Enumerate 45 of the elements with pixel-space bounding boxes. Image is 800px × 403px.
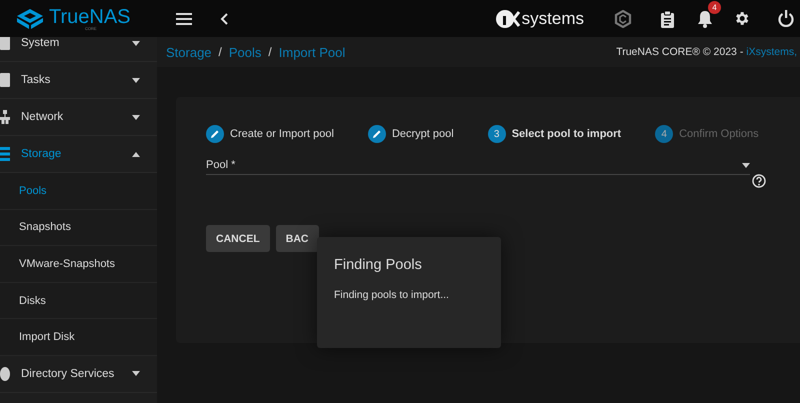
logo-text: TrueNAS <box>49 6 131 26</box>
wizard-step[interactable]: 3 Select pool to import <box>488 125 622 143</box>
breadcrumb-link[interactable]: Storage <box>166 44 212 60</box>
pencil-icon <box>372 129 382 139</box>
hexagon-logo-icon[interactable] <box>614 10 632 28</box>
breadcrumb-link[interactable]: Pools <box>228 44 262 60</box>
breadcrumb-separator: / <box>218 45 222 59</box>
sidebar-item-icon <box>0 147 10 161</box>
wizard-step[interactable]: Create or Import pool <box>206 125 334 143</box>
pool-select-field[interactable]: Pool * <box>206 159 750 175</box>
menu-icon[interactable] <box>176 12 192 24</box>
help-icon[interactable] <box>752 174 766 188</box>
sidebar-item[interactable]: Tasks <box>0 62 157 99</box>
wizard-step[interactable]: Decrypt pool <box>368 125 454 143</box>
sidebar-subitem[interactable]: Snapshots <box>0 210 157 246</box>
caret-icon <box>132 152 140 156</box>
form-button[interactable]: BAC <box>276 225 318 252</box>
sidebar-item[interactable]: Network <box>0 99 157 136</box>
sidebar-item[interactable]: Directory Services <box>0 356 157 393</box>
sidebar-item-icon <box>0 73 10 87</box>
notification-count-badge: 4 <box>708 0 721 14</box>
ix-logo-icon <box>494 8 521 28</box>
notification-bell-icon[interactable] <box>697 10 713 28</box>
form-button[interactable]: CANCEL <box>206 225 270 252</box>
caret-icon <box>132 114 140 120</box>
dialog-title: Finding Pools <box>334 257 423 273</box>
copyright-text: TrueNAS CORE® © 2023 - iXsystems, <box>616 46 798 58</box>
vendor-link[interactable]: iXsystems, <box>746 46 797 58</box>
sidebar-item-icon <box>0 110 10 124</box>
power-icon[interactable] <box>778 10 794 27</box>
vendor-logo-text: systems <box>522 8 584 28</box>
logo-icon <box>16 8 44 30</box>
chevron-left-icon[interactable] <box>220 12 228 24</box>
breadcrumb-separator: / <box>268 45 272 59</box>
dialog-message: Finding pools to import... <box>334 289 450 301</box>
caret-icon <box>132 78 140 82</box>
sidebar-item-icon <box>0 366 10 381</box>
sidebar-item-icon <box>0 37 10 50</box>
caret-icon <box>132 371 140 376</box>
dropdown-caret-icon <box>742 162 750 168</box>
breadcrumb-link[interactable]: Import Pool <box>278 44 346 60</box>
pencil-icon <box>210 129 220 139</box>
sidebar-item[interactable]: System <box>0 37 157 62</box>
clipboard-icon[interactable] <box>660 10 675 28</box>
caret-icon <box>132 40 140 46</box>
